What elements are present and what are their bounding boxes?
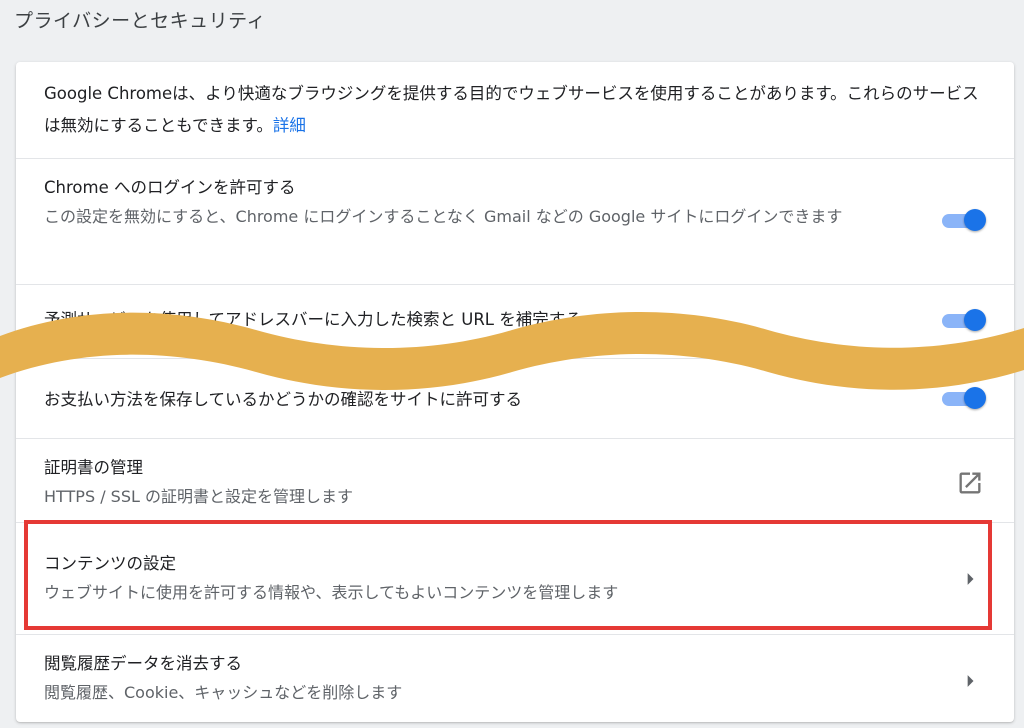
privacy-settings-card: Google Chromeは、より快適なブラウジングを提供する目的でウェブサービ… [16,62,1014,722]
learn-more-link[interactable]: 詳細 [273,116,306,135]
toggle-knob [964,309,986,331]
setting-description: HTTPS / SSL の証明書と設定を管理します [44,487,353,506]
intro-row: Google Chromeは、より快適なブラウジングを提供する目的でウェブサービ… [16,62,1014,158]
chevron-right-icon[interactable] [956,565,984,593]
setting-row-content-settings[interactable]: コンテンツの設定 ウェブサイトに使用を許可する情報や、表示してもよいコンテンツを… [16,522,1014,634]
toggle-knob [964,387,986,409]
setting-row-manage-certificates[interactable]: 証明書の管理 HTTPS / SSL の証明書と設定を管理します [16,438,1014,522]
setting-label: 閲覧履歴データを消去する [44,654,242,673]
toggle-knob [964,209,986,231]
setting-description: ウェブサイトに使用を許可する情報や、表示してもよいコンテンツを管理します [44,583,619,602]
section-title: プライバシーとセキュリティ [14,10,266,32]
setting-text: 閲覧履歴データを消去する 閲覧履歴、Cookie、キャッシュなどを削除します [44,649,924,707]
settings-page: プライバシーとセキュリティ Google Chromeは、より快適なブラウジング… [0,0,1024,728]
open-in-new-icon[interactable] [956,469,984,497]
setting-text: 予測サービスを使用してアドレスバーに入力した検索と URL を補完する [44,305,924,335]
setting-text: コンテンツの設定 ウェブサイトに使用を許可する情報や、表示してもよいコンテンツを… [44,549,924,607]
setting-label: 証明書の管理 [44,458,143,477]
prediction-service-toggle[interactable] [940,307,988,335]
setting-label: お支払い方法を保存しているかどうかの確認をサイトに許可する [44,390,523,409]
setting-description: この設定を無効にすると、Chrome にログインすることなく Gmail などの… [44,207,843,226]
setting-label: コンテンツの設定 [44,554,176,573]
setting-row-clear-browsing-data[interactable]: 閲覧履歴データを消去する 閲覧履歴、Cookie、キャッシュなどを削除します [16,634,1014,722]
setting-description: 閲覧履歴、Cookie、キャッシュなどを削除します [44,683,403,702]
payment-check-toggle[interactable] [940,385,988,413]
intro-text: Google Chromeは、より快適なブラウジングを提供する目的でウェブサービ… [44,84,979,135]
setting-row-allow-chrome-login[interactable]: Chrome へのログインを許可する この設定を無効にすると、Chrome にロ… [16,158,1014,284]
setting-label: 予測サービスを使用してアドレスバーに入力した検索と URL を補完する [44,310,582,329]
intro-description: Google Chromeは、より快適なブラウジングを提供する目的でウェブサービ… [44,78,984,142]
allow-chrome-login-toggle[interactable] [940,207,988,235]
setting-row-prediction-service[interactable]: 予測サービスを使用してアドレスバーに入力した検索と URL を補完する [16,284,1014,358]
setting-text: Chrome へのログインを許可する この設定を無効にすると、Chrome にロ… [44,173,924,231]
setting-text: お支払い方法を保存しているかどうかの確認をサイトに許可する [44,385,924,415]
setting-label: Chrome へのログインを許可する [44,178,296,197]
setting-row-payment-check[interactable]: お支払い方法を保存しているかどうかの確認をサイトに許可する [16,358,1014,438]
chevron-right-icon[interactable] [956,667,984,695]
setting-text: 証明書の管理 HTTPS / SSL の証明書と設定を管理します [44,453,924,511]
